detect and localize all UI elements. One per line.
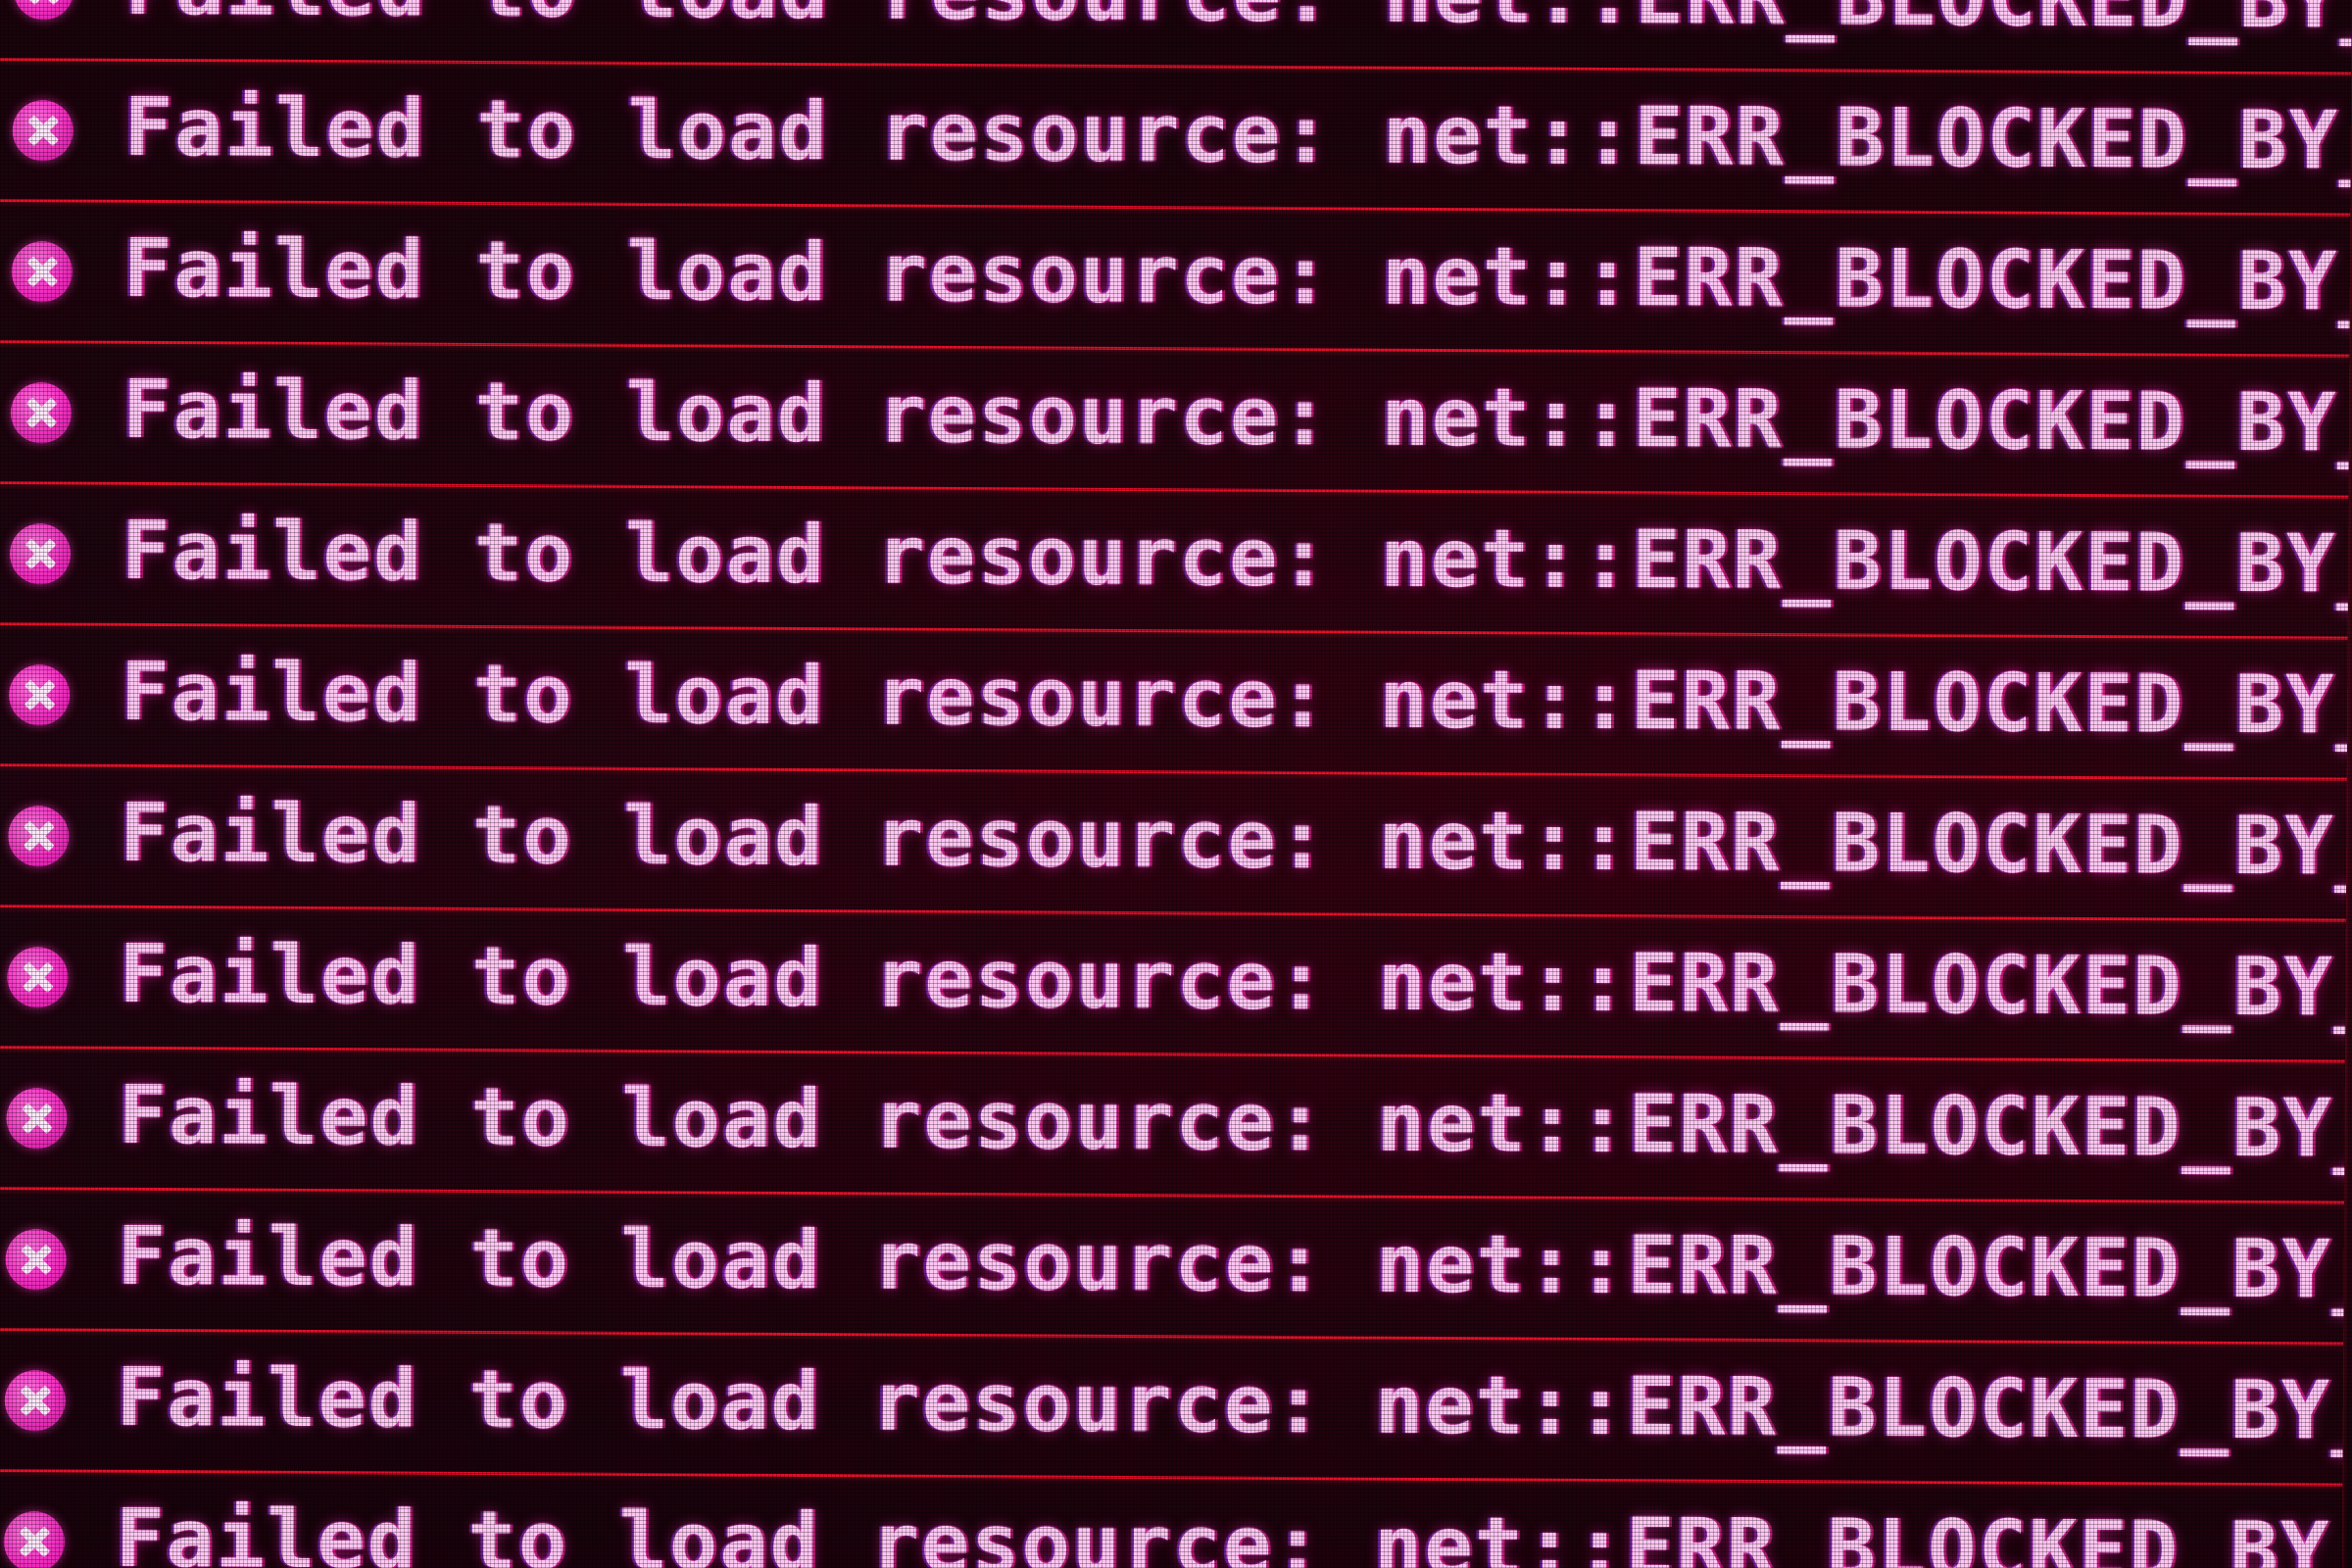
console-error-row[interactable]: Failed to load resource: net::ERR_BLOCKE… [0,1048,2345,1204]
console-error-row[interactable]: Failed to load resource: net::ERR_BLOCKE… [0,624,2348,781]
error-circle-x-icon [5,1229,67,1291]
console-error-row[interactable]: Failed to load resource: net::ERR_BLOCKE… [0,60,2352,217]
error-circle-x-icon [12,100,74,162]
error-circle-x-icon [6,1088,68,1150]
console-error-row[interactable]: Failed to load resource: net::ERR_BLOCKE… [0,906,2346,1063]
console-error-message: Failed to load resource: net::ERR_BLOCKE… [120,786,2347,897]
error-circle-x-icon [11,241,73,303]
error-circle-x-icon [9,523,72,585]
error-circle-x-icon [4,1370,66,1432]
console-error-message: Failed to load resource: net::ERR_BLOCKE… [122,363,2350,473]
error-circle-x-icon [8,806,70,867]
error-circle-x-icon [10,382,73,444]
console-message-list[interactable]: Failed to load resource: net::ERR_BLOCKE… [0,0,2352,1568]
console-error-row[interactable]: Failed to load resource: net::ERR_BLOCKE… [0,483,2349,640]
error-circle-x-icon [8,664,71,726]
console-error-message: Failed to load resource: net::ERR_BLOCKE… [118,1068,2345,1179]
console-error-message: Failed to load resource: net::ERR_BLOCKE… [116,1350,2344,1461]
console-error-message: Failed to load resource: net::ERR_BLOCKE… [123,80,2352,191]
console-error-message: Failed to load resource: net::ERR_BLOCKE… [119,927,2346,1038]
error-circle-x-icon [3,1511,66,1568]
console-error-row[interactable]: Failed to load resource: net::ERR_BLOCKE… [0,1189,2345,1346]
error-circle-x-icon [7,947,69,1008]
devtools-console-screen: Failed to load resource: net::ERR_BLOCKE… [0,0,2352,1568]
console-error-row[interactable]: Failed to load resource: net::ERR_BLOCKE… [0,201,2351,358]
console-error-message: Failed to load resource: net::ERR_BLOCKE… [121,504,2349,614]
console-error-message: Failed to load resource: net::ERR_BLOCKE… [120,645,2348,756]
console-error-message: Failed to load resource: net::ERR_BLOCKE… [122,221,2351,332]
error-circle-x-icon [13,0,74,21]
console-error-row[interactable]: Failed to load resource: net::ERR_BLOCKE… [0,1330,2344,1487]
console-error-message: Failed to load resource: net::ERR_BLOCKE… [117,1209,2345,1320]
console-error-message: Failed to load resource: net::ERR_BLOCKE… [115,1492,2343,1568]
console-error-row[interactable]: Failed to load resource: net::ERR_BLOCKE… [0,1471,2343,1568]
console-error-row[interactable]: Failed to load resource: net::ERR_BLOCKE… [0,765,2347,922]
console-error-message: Failed to load resource: net::ERR_BLOCKE… [124,0,2352,50]
console-error-row[interactable]: Failed to load resource: net::ERR_BLOCKE… [0,342,2350,499]
